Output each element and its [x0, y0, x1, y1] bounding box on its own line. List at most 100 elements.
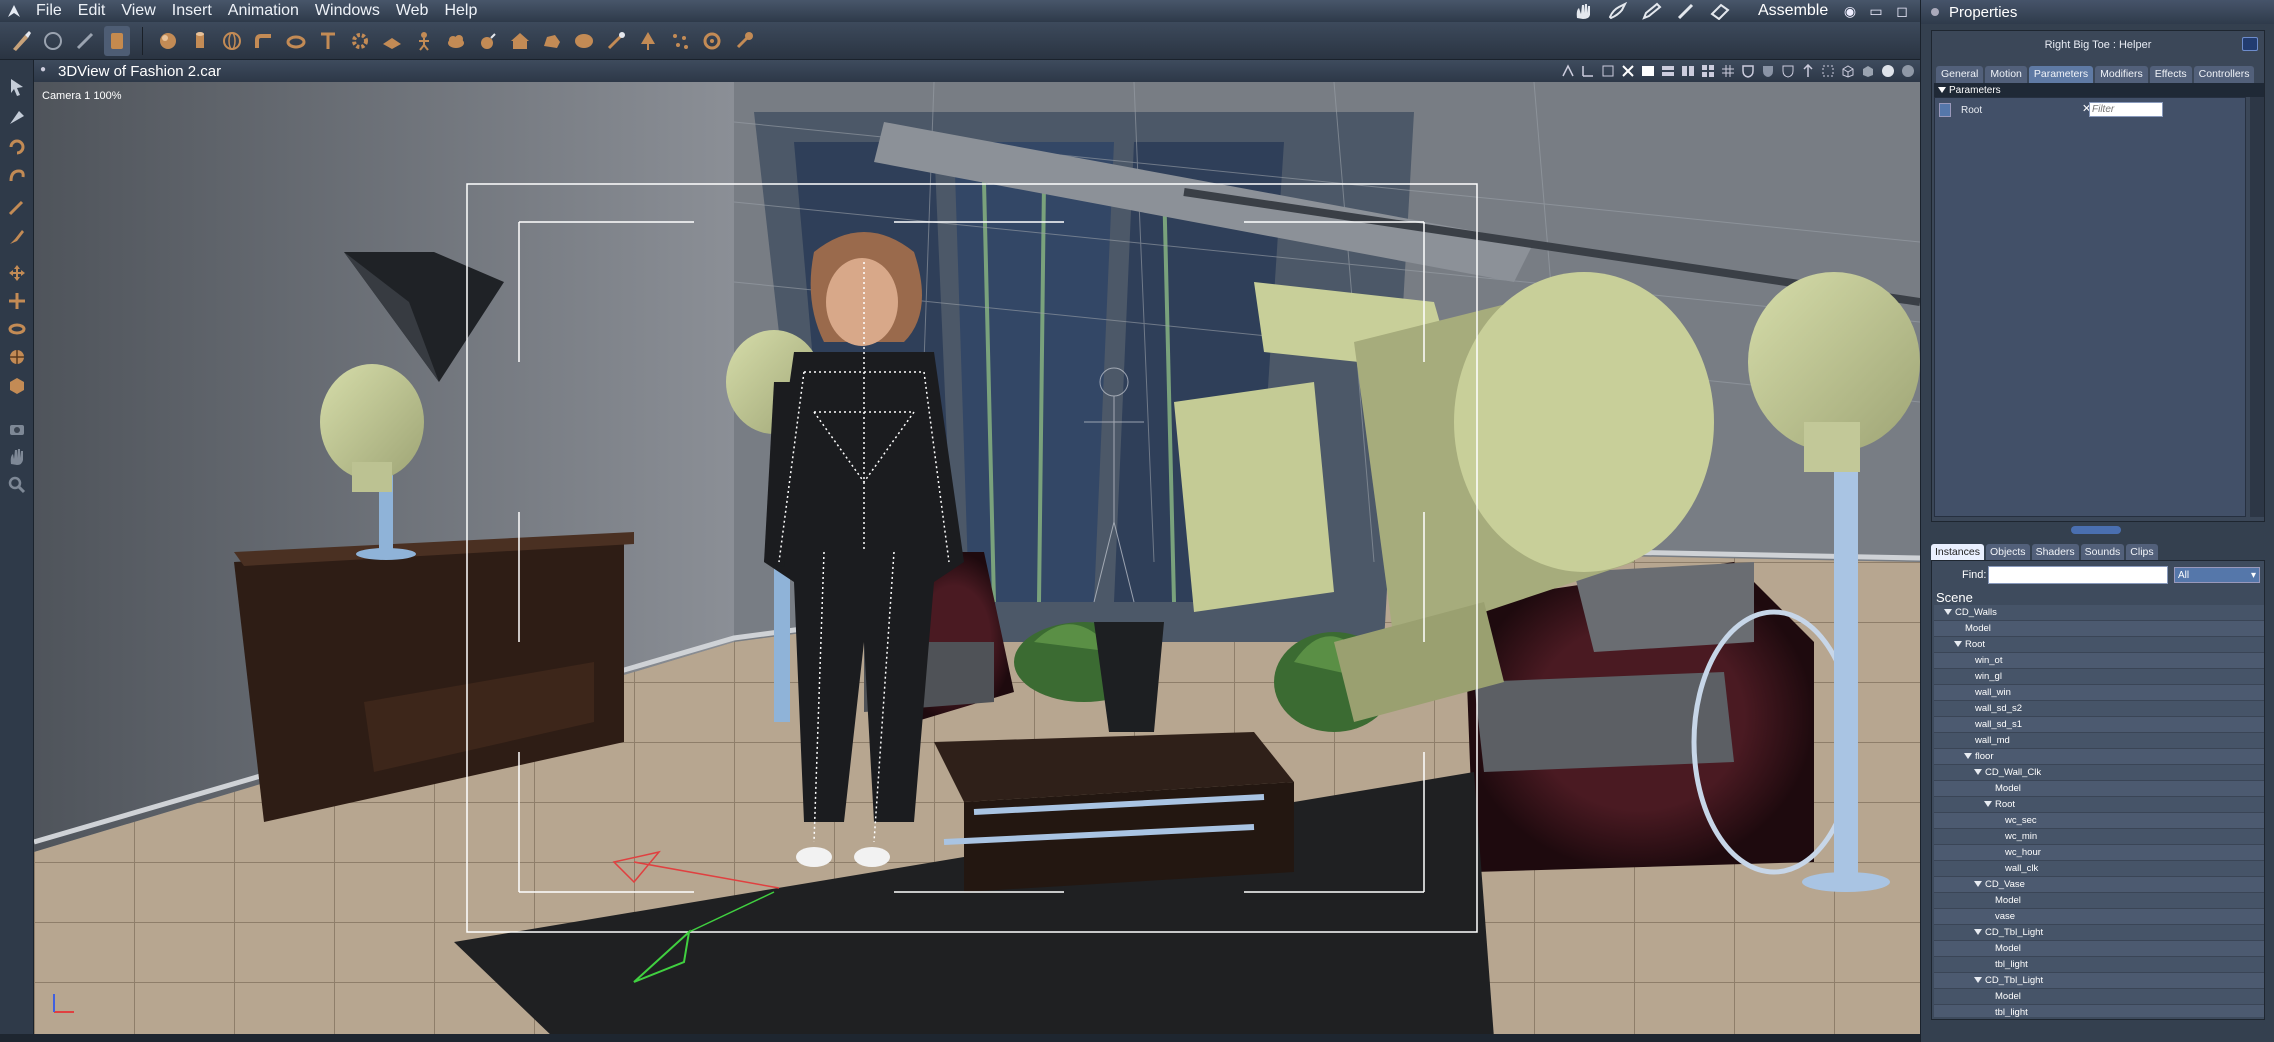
rotate-icon[interactable]: [4, 134, 30, 160]
tree-item[interactable]: wc_hour: [1934, 845, 2264, 861]
tree-item[interactable]: tbl_light: [1934, 1005, 2264, 1017]
menu-animation[interactable]: Animation: [220, 0, 307, 22]
rotate-tool-icon[interactable]: [4, 316, 30, 342]
tree-item[interactable]: vase: [1934, 909, 2264, 925]
tab-general[interactable]: General: [1936, 66, 1984, 83]
parameters-section-header[interactable]: Parameters: [1934, 83, 2264, 97]
light-icon[interactable]: [731, 26, 757, 56]
render-shield3-icon[interactable]: [1780, 63, 1796, 79]
sculpt-icon[interactable]: [104, 25, 130, 56]
viewport-close-icon[interactable]: ●: [40, 64, 46, 75]
tab-modifiers[interactable]: Modifiers: [2095, 66, 2148, 83]
tree-item[interactable]: tbl_light: [1934, 957, 2264, 973]
eraser-icon[interactable]: [1706, 1, 1734, 21]
text-icon[interactable]: [315, 26, 341, 56]
brush-icon[interactable]: [1604, 1, 1632, 21]
menu-view[interactable]: View: [113, 0, 163, 22]
layout-split-v-icon[interactable]: [1680, 63, 1696, 79]
pan-hand-icon[interactable]: [4, 444, 30, 470]
collapse-icon[interactable]: [1938, 87, 1946, 93]
cloud-icon[interactable]: [443, 26, 469, 56]
tree-item[interactable]: Model: [1934, 893, 2264, 909]
rock-icon[interactable]: [539, 26, 565, 56]
select-arrow-icon[interactable]: [4, 74, 30, 100]
expand-triangle-icon[interactable]: [1964, 753, 1972, 760]
particles-icon[interactable]: [667, 26, 693, 56]
expand-triangle-icon[interactable]: [1944, 609, 1952, 616]
tree-item[interactable]: Model: [1934, 941, 2264, 957]
tree-item[interactable]: CD_Vase: [1934, 877, 2264, 893]
bend-icon[interactable]: [251, 26, 277, 56]
expand-icon[interactable]: [1939, 103, 1951, 117]
tab-motion[interactable]: Motion: [1985, 66, 2027, 83]
scene-render[interactable]: [34, 82, 1920, 1038]
tree-item[interactable]: floor: [1934, 749, 2264, 765]
tree-item[interactable]: wall_sd_s2: [1934, 701, 2264, 717]
tree-root-label[interactable]: Scene: [1934, 591, 2264, 605]
tree-item[interactable]: wc_sec: [1934, 813, 2264, 829]
minimize-icon[interactable]: ▭: [1866, 2, 1886, 20]
tree-item[interactable]: Model: [1934, 781, 2264, 797]
render-shield2-icon[interactable]: [1760, 63, 1776, 79]
box-tool-icon[interactable]: [4, 372, 30, 398]
tree-item[interactable]: Root: [1934, 637, 2264, 653]
pencil-icon[interactable]: [1638, 1, 1666, 21]
tree-item[interactable]: wall_sd_s1: [1934, 717, 2264, 733]
tab-sounds[interactable]: Sounds: [2080, 544, 2125, 560]
menu-help[interactable]: Help: [436, 0, 485, 22]
pin-icon[interactable]: [2242, 37, 2258, 51]
cylinder-icon[interactable]: [187, 26, 213, 56]
tree-item[interactable]: CD_Walls: [1934, 605, 2264, 621]
restore-icon[interactable]: ◻: [1892, 2, 1912, 20]
menu-edit[interactable]: Edit: [70, 0, 114, 22]
move-tool-icon[interactable]: [4, 260, 30, 286]
expand-triangle-icon[interactable]: [1954, 641, 1962, 648]
zoom-icon[interactable]: [4, 472, 30, 498]
layout-single-icon[interactable]: [1640, 63, 1656, 79]
tree-item[interactable]: CD_Tbl_Light: [1934, 973, 2264, 989]
tree-item[interactable]: win_gl: [1934, 669, 2264, 685]
param-row-root[interactable]: Root ✕: [1939, 102, 2239, 118]
layout-grid-icon[interactable]: [1720, 63, 1736, 79]
menu-web[interactable]: Web: [388, 0, 437, 22]
expand-triangle-icon[interactable]: [1974, 769, 1982, 776]
textured-sphere-icon[interactable]: [1900, 63, 1916, 79]
tree-item[interactable]: wall_md: [1934, 733, 2264, 749]
tree-item[interactable]: Model: [1934, 989, 2264, 1005]
plane-icon[interactable]: [379, 26, 405, 56]
layout-quad-icon[interactable]: [1700, 63, 1716, 79]
tab-shaders[interactable]: Shaders: [2031, 544, 2079, 560]
torus-icon[interactable]: [283, 26, 309, 56]
render-shield-icon[interactable]: [1740, 63, 1756, 79]
expand-triangle-icon[interactable]: [1974, 977, 1982, 984]
gear-icon[interactable]: [347, 26, 373, 56]
lens-icon[interactable]: [571, 26, 597, 56]
tree-item[interactable]: wc_min: [1934, 829, 2264, 845]
find-input[interactable]: [1988, 566, 2168, 584]
expand-triangle-icon[interactable]: [1974, 929, 1982, 936]
menu-insert[interactable]: Insert: [164, 0, 220, 22]
viewport-3d[interactable]: ● 3DView of Fashion 2.car Camera 1 100%: [34, 60, 1920, 1038]
expand-triangle-icon[interactable]: [1984, 801, 1992, 808]
select-region-icon[interactable]: [4, 104, 30, 130]
tree-item[interactable]: wall_win: [1934, 685, 2264, 701]
sphere-icon[interactable]: [155, 26, 181, 56]
paint-brush-icon[interactable]: [8, 26, 34, 56]
room-label[interactable]: Assemble: [1758, 0, 1828, 22]
smooth-sphere-icon[interactable]: [1880, 63, 1896, 79]
grab-hand-icon[interactable]: [40, 26, 66, 56]
cog-icon[interactable]: [699, 26, 725, 56]
tree-item[interactable]: win_ot: [1934, 653, 2264, 669]
twist-icon[interactable]: [4, 164, 30, 190]
pen-icon[interactable]: [1672, 1, 1700, 21]
sphere-tool-icon[interactable]: [4, 344, 30, 370]
filter-input[interactable]: [2089, 102, 2163, 117]
tab-instances[interactable]: Instances: [1931, 544, 1984, 560]
tree-item[interactable]: CD_Wall_Clk: [1934, 765, 2264, 781]
axis-y-icon[interactable]: [1800, 63, 1816, 79]
menu-file[interactable]: File: [28, 0, 70, 22]
tab-parameters[interactable]: Parameters: [2028, 66, 2094, 83]
parameters-scrollbar[interactable]: [2250, 97, 2264, 517]
tree-item[interactable]: Root: [1934, 797, 2264, 813]
menu-windows[interactable]: Windows: [307, 0, 388, 22]
